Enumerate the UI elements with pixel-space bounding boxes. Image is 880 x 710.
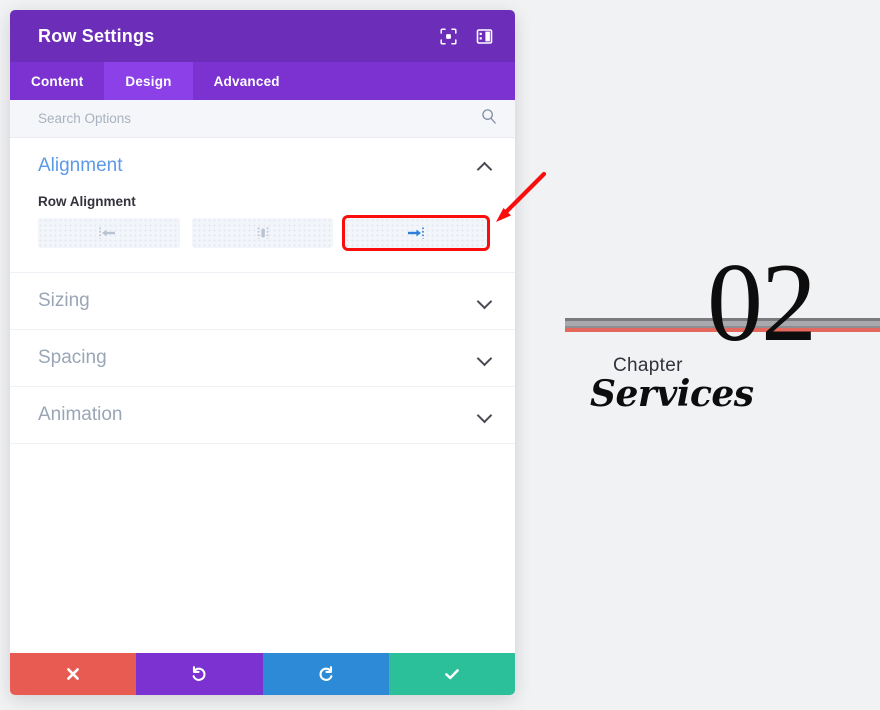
- section-title-alignment: Alignment: [38, 155, 477, 177]
- row-alignment-button-group: [38, 218, 487, 248]
- search-input[interactable]: [38, 111, 481, 126]
- save-button[interactable]: [389, 653, 515, 695]
- chapter-title: Services: [590, 376, 754, 412]
- redo-icon: [317, 665, 335, 683]
- align-center-button[interactable]: [192, 218, 334, 248]
- search-icon[interactable]: [481, 108, 497, 129]
- modal-titlebar: Row Settings: [10, 10, 515, 62]
- search-options-bar: [10, 100, 515, 138]
- redo-button[interactable]: [263, 653, 389, 695]
- chevron-down-icon[interactable]: [477, 407, 493, 423]
- row-alignment-label: Row Alignment: [38, 194, 487, 209]
- section-alignment: Alignment Row Alignment: [10, 138, 515, 273]
- tab-advanced[interactable]: Advanced: [193, 62, 301, 100]
- section-header-animation[interactable]: Animation: [10, 387, 515, 443]
- focus-target-icon[interactable]: [435, 23, 461, 49]
- chapter-hero-block: 02 Chapter Services: [515, 250, 880, 420]
- chevron-down-icon[interactable]: [477, 350, 493, 366]
- align-right-button[interactable]: [345, 218, 487, 248]
- close-icon: [65, 666, 81, 682]
- page-title: Row Settings: [38, 26, 425, 47]
- align-left-button[interactable]: [38, 218, 180, 248]
- modal-body[interactable]: Alignment Row Alignment: [10, 138, 515, 653]
- undo-button[interactable]: [136, 653, 262, 695]
- section-title-spacing: Spacing: [38, 347, 477, 369]
- layout-panel-icon[interactable]: [471, 23, 497, 49]
- modal-action-bar: [10, 653, 515, 695]
- tab-design[interactable]: Design: [104, 62, 192, 100]
- section-header-spacing[interactable]: Spacing: [10, 330, 515, 386]
- cancel-button[interactable]: [10, 653, 136, 695]
- section-title-animation: Animation: [38, 404, 477, 426]
- chapter-number: 02: [707, 258, 815, 350]
- undo-icon: [190, 665, 208, 683]
- section-title-sizing: Sizing: [38, 290, 477, 312]
- section-sizing: Sizing: [10, 273, 515, 330]
- section-spacing: Spacing: [10, 330, 515, 387]
- tab-content[interactable]: Content: [10, 62, 104, 100]
- modal-tab-bar: Content Design Advanced: [10, 62, 515, 100]
- section-header-alignment[interactable]: Alignment: [10, 138, 515, 194]
- check-icon: [443, 665, 461, 683]
- section-animation: Animation: [10, 387, 515, 444]
- section-header-sizing[interactable]: Sizing: [10, 273, 515, 329]
- chevron-up-icon[interactable]: [477, 158, 493, 174]
- section-content-alignment: Row Alignment: [10, 194, 515, 272]
- row-settings-modal: Row Settings Content Design Advanced: [10, 10, 515, 695]
- chevron-down-icon[interactable]: [477, 293, 493, 309]
